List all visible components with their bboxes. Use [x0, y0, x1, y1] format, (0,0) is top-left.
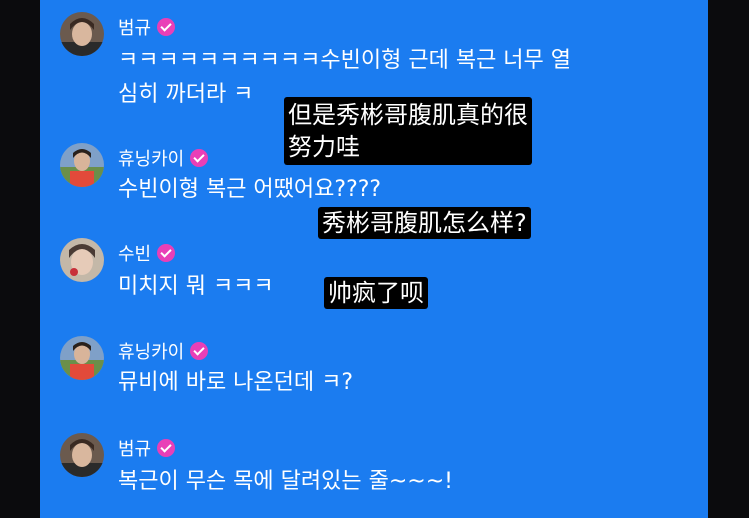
- avatar[interactable]: [60, 12, 104, 56]
- verified-check-icon: [157, 439, 176, 457]
- sender-name: 휴닝카이: [118, 338, 209, 364]
- avatar[interactable]: [60, 238, 104, 282]
- subtitle-line: 帅疯了呗: [328, 279, 424, 307]
- subtitle-overlay: 帅疯了呗: [324, 277, 428, 309]
- verified-check-icon: [157, 18, 176, 36]
- verified-check-icon: [190, 342, 209, 360]
- message-text-line: 수빈이형 복근 어땠어요????: [118, 177, 382, 202]
- message-text-line: 뮤비에 바로 나온던데 ㅋ?: [118, 370, 354, 395]
- subtitle-line: 秀彬哥腹肌怎么样?: [322, 209, 527, 237]
- verified-check-icon: [190, 149, 209, 167]
- sender-name-text: 수빈: [118, 244, 152, 265]
- subtitle-overlay: 但是秀彬哥腹肌真的很 努力哇: [284, 97, 532, 165]
- message-text-line: 심히 까더라 ㅋ: [118, 82, 254, 107]
- sender-name: 휴닝카이: [118, 145, 209, 171]
- message-text-line: ㅋㅋㅋㅋㅋㅋㅋㅋㅋㅋ수빈이형 근데 복근 너무 열: [118, 48, 572, 73]
- sender-name-text: 휴닝카이: [118, 149, 185, 170]
- sender-name: 범규: [118, 435, 176, 461]
- message-text-line: 복근이 무슨 목에 달려있는 줄~~~!: [118, 469, 453, 494]
- subtitle-line: 但是秀彬哥腹肌真的很: [288, 101, 528, 129]
- verified-check-icon: [157, 244, 176, 262]
- avatar[interactable]: [60, 143, 104, 187]
- sender-name-text: 범규: [118, 439, 152, 460]
- sender-name: 범규: [118, 14, 176, 40]
- avatar[interactable]: [60, 336, 104, 380]
- subtitle-overlay: 秀彬哥腹肌怎么样?: [318, 207, 531, 239]
- chat-panel: 범규 ㅋㅋㅋㅋㅋㅋㅋㅋㅋㅋ수빈이형 근데 복근 너무 열 심히 까더라 ㅋ 휴닝…: [40, 0, 708, 518]
- sender-name: 수빈: [118, 240, 176, 266]
- sender-name-text: 범규: [118, 18, 152, 39]
- avatar[interactable]: [60, 433, 104, 477]
- sender-name-text: 휴닝카이: [118, 342, 185, 363]
- subtitle-line: 努力哇: [288, 133, 360, 161]
- message-text-line: 미치지 뭐 ㅋㅋㅋ: [118, 274, 274, 299]
